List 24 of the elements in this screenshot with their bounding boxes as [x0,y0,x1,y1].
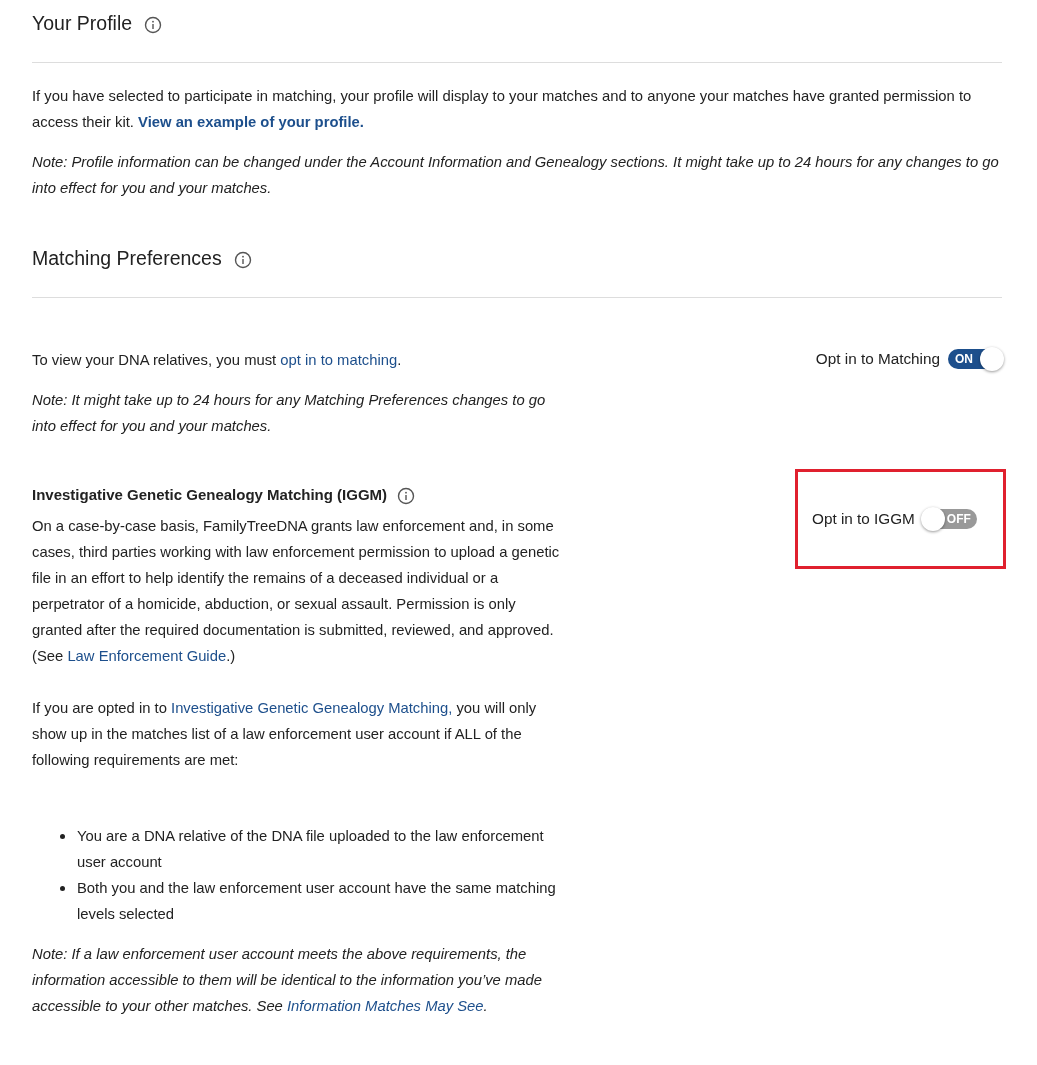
matching-note: Note: It might take up to 24 hours for any Matching Preferences changes to go into effect for you and your matches. [32,391,547,436]
matching-description: To view your DNA relatives, you must opt in to matching. [32,351,403,370]
bullet-icon [60,886,65,891]
iggm-paragraph: On a case-by-case basis, FamilyTreeDNA grants law enforcement and, in some cases, third parties working with law enforcement permission to upload a genetic file in an effort to help identify the remains of a deceased individual or a perpetrator of a homicide, abduction, or sexual assault. Permission is only granted after the required documentation is submitted, reviewed, and approved. (See Law Enforcement Guide.) [32,517,560,666]
iggm-paragraph: If you are opted in to Investigative Genetic Genealogy Matching, you will only show up in the matches list of a law enforcement user account if ALL of the following requirements are met: [32,699,538,770]
info-icon[interactable] [233,251,252,269]
section-subtitle: Investigative Genetic Genealogy Matching (IGGM) [32,485,388,503]
profile-example-link[interactable]: View an example of your profile. [138,114,364,130]
iggm-note: Note: If a law enforcement user account meets the above requirements, the information accessible to them will be identical to the information you’ve made accessible to your other matches. See Information Matches May See. [32,945,543,1016]
guide-link[interactable]: Law Enforcement Guide [67,648,227,664]
toggle-label: Opt in to Matching [815,350,940,368]
guide-link[interactable]: Investigative Genetic Genealogy Matching, [171,700,453,716]
info-icon[interactable] [397,487,416,505]
section-title: Matching Preferences [32,246,222,270]
requirement-text: You are a DNA relative of the DNA file uploaded to the law enforcement user account [77,827,545,872]
matching-toggle[interactable]: ON [948,349,1002,369]
info-icon[interactable] [144,16,163,34]
toggle-label: Opt in to IGGM [812,510,915,528]
section-title: Your Profile [32,11,133,35]
bullet-icon [60,834,65,839]
info-link[interactable]: Information Matches May See [286,998,484,1014]
requirement-text: Both you and the law enforcement user account have the same matching levels selected [77,879,557,924]
profile-note: Note: Profile information can be changed under the Account Information and Genealogy sections. It might take up to 24 hours for any changes to go into effect for you and your matches. [32,153,1000,198]
profile-description: If you have selected to participate in matching, your profile will display to your matches and to anyone your matches have granted permission to access their kit. View an example of your profile. [32,87,973,132]
